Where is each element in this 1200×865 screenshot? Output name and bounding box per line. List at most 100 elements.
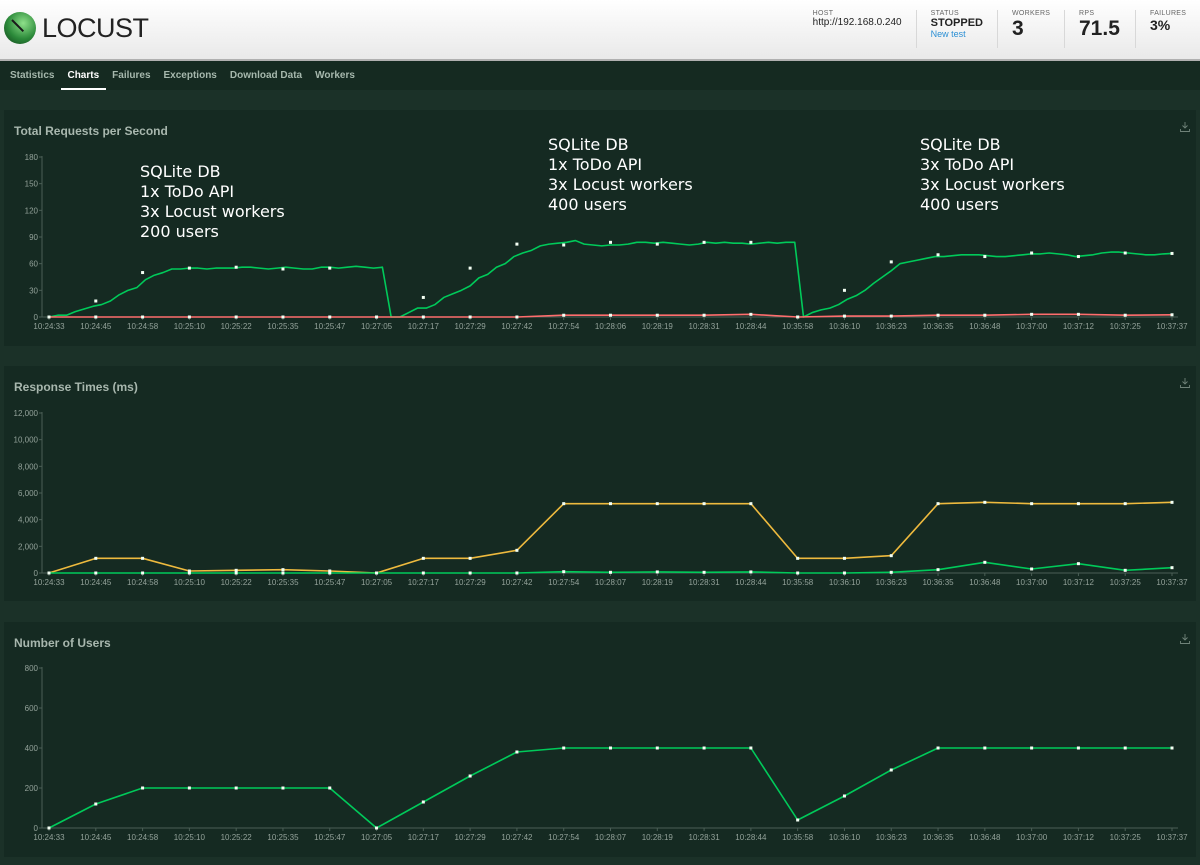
data-point[interactable] [421,315,425,319]
data-point[interactable] [609,502,612,506]
data-point[interactable] [1170,251,1174,255]
data-point[interactable] [1076,502,1080,506]
data-point[interactable] [1076,312,1080,316]
data-point[interactable] [655,242,659,246]
data-point[interactable] [141,271,145,275]
data-point[interactable] [1123,502,1127,506]
data-point[interactable] [1030,312,1034,316]
tab-workers[interactable]: Workers [309,61,362,90]
data-point[interactable] [889,768,893,772]
data-point[interactable] [375,826,379,830]
data-point[interactable] [1123,746,1127,750]
tab-charts[interactable]: Charts [60,61,106,90]
data-point[interactable] [562,313,566,317]
data-point[interactable] [47,571,51,575]
data-point[interactable] [1170,746,1174,750]
tab-download-data[interactable]: Download Data [223,61,308,90]
data-point[interactable] [889,570,893,574]
data-point[interactable] [702,570,706,574]
data-point[interactable] [468,556,472,560]
data-point[interactable] [234,568,238,572]
new-test-link[interactable]: New test [931,29,983,39]
data-point[interactable] [842,794,846,798]
data-point[interactable] [187,266,191,270]
data-point[interactable] [889,554,893,558]
tab-statistics[interactable]: Statistics [4,61,61,90]
data-point[interactable] [1170,500,1174,504]
data-point[interactable] [328,315,332,319]
data-point[interactable] [515,548,519,552]
data-point[interactable] [842,314,846,318]
data-point[interactable] [702,502,706,506]
data-point[interactable] [375,315,379,319]
data-point[interactable] [842,556,846,560]
data-point[interactable] [141,315,145,319]
data-point[interactable] [421,556,425,560]
data-point[interactable] [234,786,238,790]
data-point[interactable] [1170,313,1174,317]
data-point[interactable] [515,571,519,575]
data-point[interactable] [281,786,285,790]
data-point[interactable] [562,570,566,574]
tab-exceptions[interactable]: Exceptions [157,61,223,90]
data-point[interactable] [936,313,940,317]
download-icon[interactable] [1180,378,1190,388]
data-point[interactable] [94,556,98,560]
data-point[interactable] [421,571,425,575]
data-point[interactable] [796,556,800,560]
data-point[interactable] [889,260,893,264]
data-point[interactable] [796,818,800,822]
data-point[interactable] [281,315,285,319]
data-point[interactable] [562,243,566,247]
data-point[interactable] [1170,566,1174,570]
download-icon[interactable] [1180,634,1190,644]
data-point[interactable] [842,288,846,292]
data-point[interactable] [1030,567,1034,571]
data-point[interactable] [141,571,145,575]
data-point[interactable] [421,295,425,299]
data-point[interactable] [468,266,472,270]
data-point[interactable] [796,571,800,575]
data-point[interactable] [94,299,98,303]
data-point[interactable] [749,502,753,506]
data-point[interactable] [47,826,51,830]
data-point[interactable] [468,774,472,778]
data-point[interactable] [94,571,98,575]
data-point[interactable] [1030,502,1034,506]
data-point[interactable] [889,314,893,318]
data-point[interactable] [655,570,659,574]
data-point[interactable] [562,746,566,750]
data-point[interactable] [655,746,659,750]
data-point[interactable] [796,315,800,319]
data-point[interactable] [936,568,940,572]
data-point[interactable] [187,786,191,790]
data-point[interactable] [983,746,987,750]
data-point[interactable] [702,240,706,244]
locust-logo[interactable]: LOCUST [4,12,149,44]
data-point[interactable] [421,800,425,804]
data-point[interactable] [1076,746,1080,750]
data-point[interactable] [234,265,238,269]
data-point[interactable] [187,315,191,319]
data-point[interactable] [328,571,332,575]
data-point[interactable] [1076,562,1080,566]
data-point[interactable] [983,313,987,317]
data-point[interactable] [234,315,238,319]
data-point[interactable] [281,568,285,572]
data-point[interactable] [749,240,753,244]
data-point[interactable] [47,315,51,319]
download-icon[interactable] [1180,122,1190,132]
data-point[interactable] [375,571,379,575]
data-point[interactable] [655,502,659,506]
data-point[interactable] [983,500,987,504]
data-point[interactable] [609,746,612,750]
data-point[interactable] [94,802,98,806]
data-point[interactable] [515,315,519,319]
data-point[interactable] [702,746,706,750]
data-point[interactable] [1030,746,1034,750]
data-point[interactable] [749,746,753,750]
data-point[interactable] [281,267,285,271]
data-point[interactable] [936,253,940,257]
data-point[interactable] [141,786,145,790]
data-point[interactable] [94,315,98,319]
